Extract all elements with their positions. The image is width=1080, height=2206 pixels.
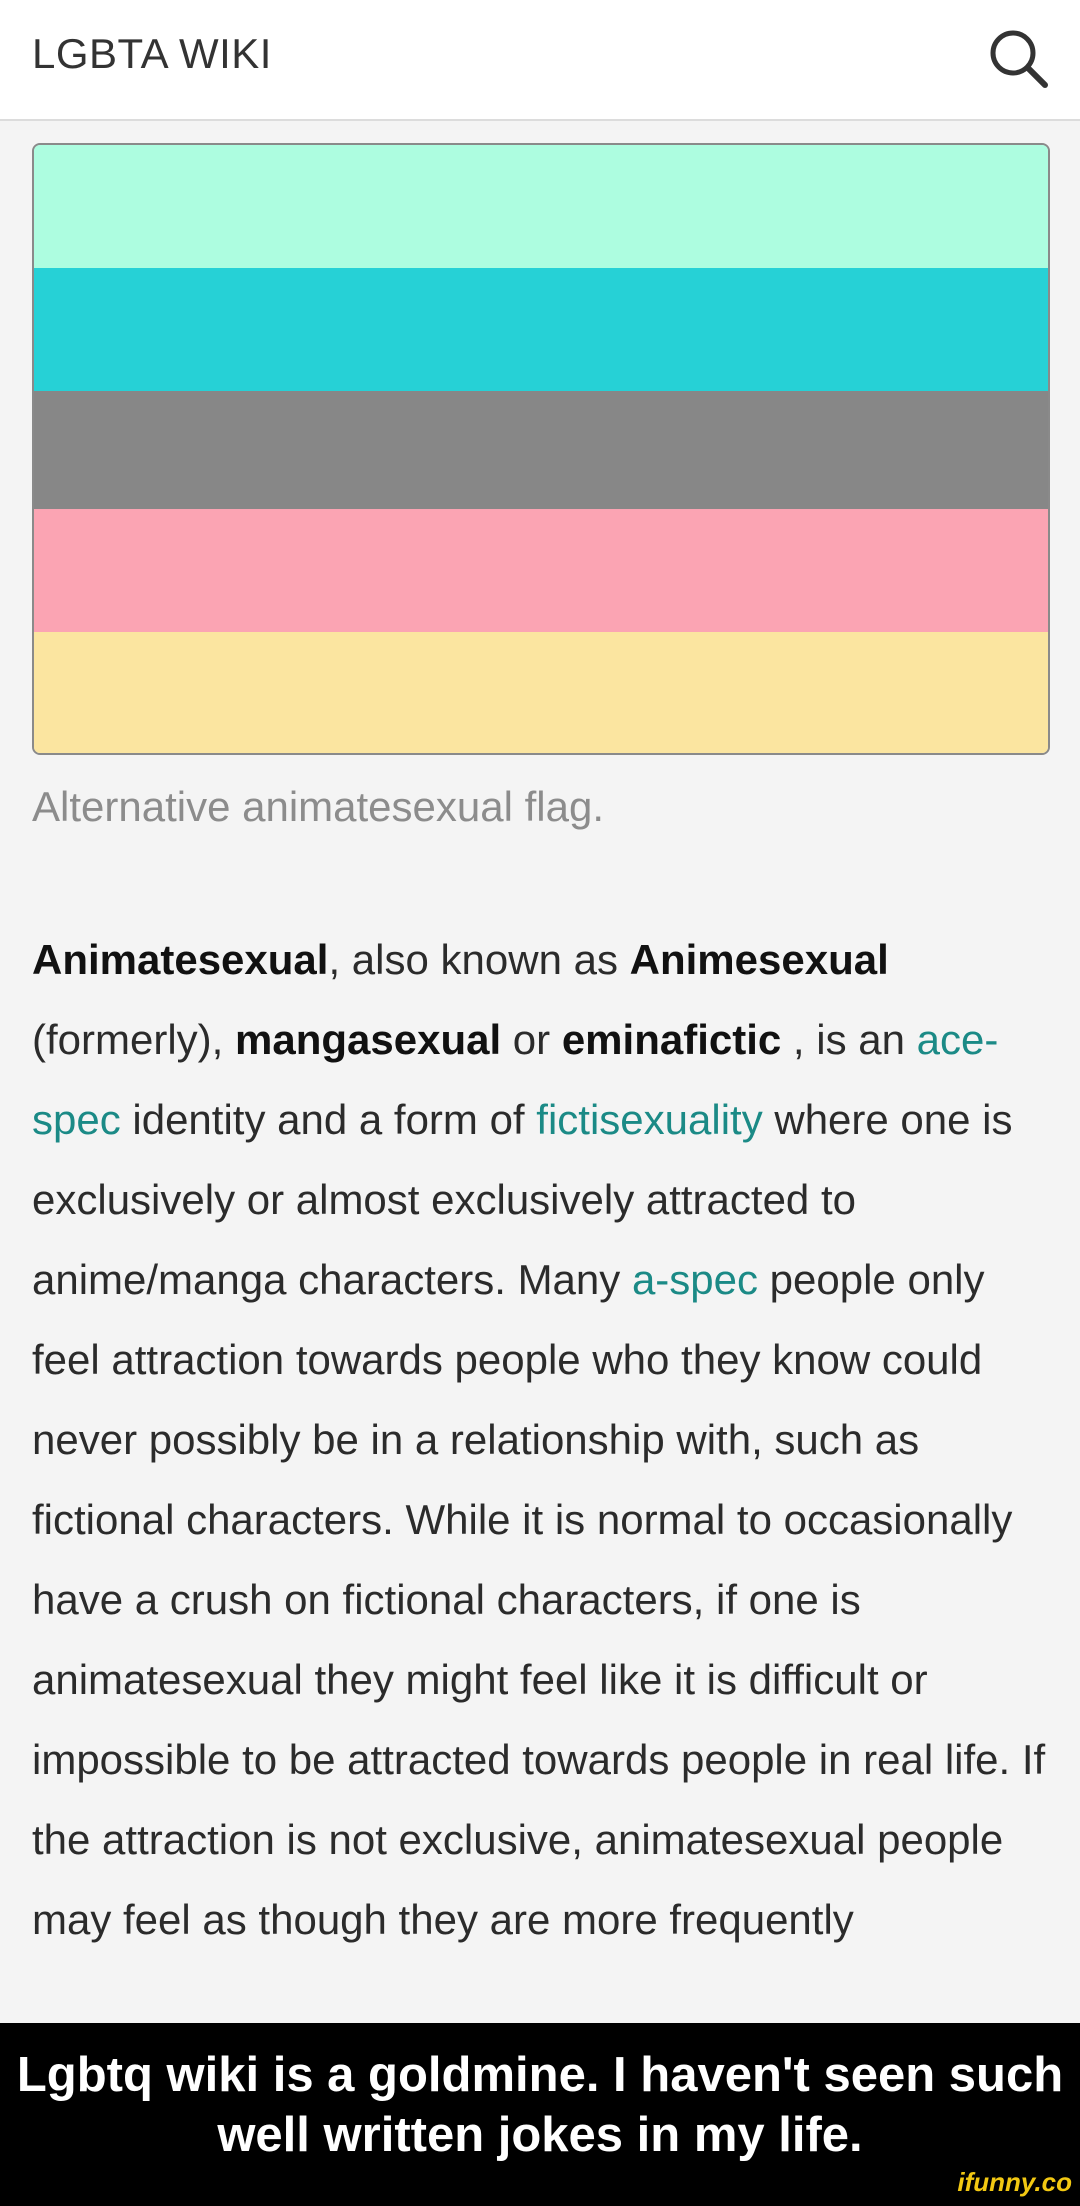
meme-caption: Lgbtq wiki is a goldmine. I haven't seen… xyxy=(16,2048,1064,2162)
flag-stripe-5 xyxy=(34,632,1048,753)
link-a-spec[interactable]: a-spec xyxy=(632,1256,758,1303)
term-animesexual: Animesexual xyxy=(629,936,889,983)
animatesexual-flag-image xyxy=(32,143,1050,755)
ifunny-watermark: ifunny.co xyxy=(957,2167,1072,2197)
body-text: , also known as xyxy=(328,936,630,983)
link-fictisexuality[interactable]: fictisexuality xyxy=(536,1096,762,1143)
flag-stripe-4 xyxy=(34,509,1048,632)
term-eminafictic: eminafictic xyxy=(561,1016,782,1063)
body-text: or xyxy=(501,1016,562,1063)
flag-stripe-3 xyxy=(34,391,1048,509)
body-text: (formerly), xyxy=(32,1016,235,1063)
term-mangasexual: mangasexual xyxy=(235,1016,502,1063)
body-text: people only feel attraction towards peop… xyxy=(32,1256,1046,1943)
meme-caption-bar: Lgbtq wiki is a goldmine. I haven't seen… xyxy=(0,2023,1080,2206)
term-animatesexual: Animatesexual xyxy=(32,936,329,983)
body-text: identity and a form of xyxy=(120,1096,537,1143)
article-body: Animatesexual, also known as Animesexual… xyxy=(32,920,1052,1960)
site-title[interactable]: LGBTA WIKI xyxy=(32,30,272,78)
flag-stripe-2 xyxy=(34,268,1048,391)
flag-stripe-1 xyxy=(34,145,1048,268)
flag-caption: Alternative animatesexual flag. xyxy=(32,783,604,830)
search-icon[interactable] xyxy=(985,25,1051,91)
body-text: , is an xyxy=(781,1016,917,1063)
top-bar: LGBTA WIKI xyxy=(0,0,1080,121)
